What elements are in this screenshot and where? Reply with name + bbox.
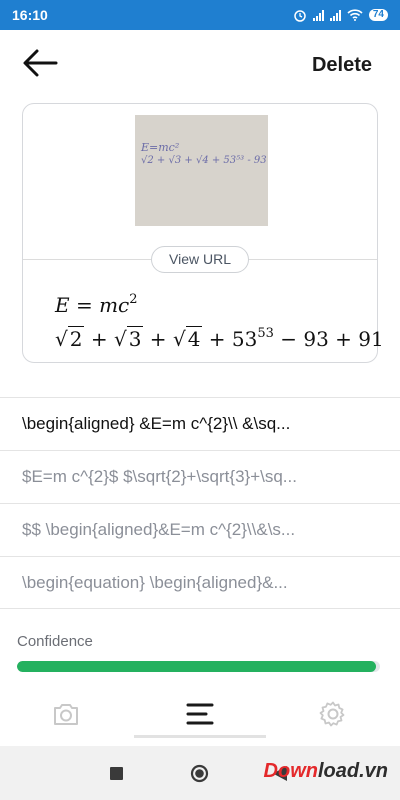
formula-rest: − 93 + 91: [273, 327, 384, 351]
status-icons: 74: [293, 8, 388, 22]
latex-results-list: \begin{aligned} &E=m c^{2}\\ &\sq... $E=…: [0, 397, 400, 609]
confidence-fill: [17, 661, 377, 672]
status-time: 16:10: [12, 7, 48, 23]
wifi-icon: [347, 9, 363, 21]
sqrt-term-1: √ 2: [55, 326, 85, 351]
formula-line-2: √ 2 + √ 3 + √ 4 + 5353 − 93 + 91: [55, 324, 384, 358]
settings-tab[interactable]: [313, 696, 353, 732]
signal-icon: [312, 9, 324, 21]
photo-text-line2: √2 + √3 + √4 + 53⁵³ - 93 + 91: [141, 155, 268, 166]
sqrt-term-2: √ 3: [113, 326, 144, 351]
photo-text-line1: E=mc²: [141, 141, 180, 154]
arrow-left-icon: [23, 49, 58, 77]
home-button[interactable]: [190, 764, 209, 788]
power-base: 53: [231, 327, 258, 351]
settings-icon: [319, 701, 345, 727]
status-bar: 16:10 74: [0, 0, 400, 30]
list-tab[interactable]: [180, 696, 220, 732]
latex-result-equation[interactable]: \begin{equation} \begin{aligned}&...: [0, 556, 400, 609]
home-indicator: [134, 735, 266, 738]
watermark-logo: Download.vn: [263, 760, 388, 782]
circle-icon: [190, 764, 209, 783]
formula-eq: =: [69, 293, 100, 317]
signal-icon-2: [329, 9, 341, 21]
result-card: E=mc² √2 + √3 + √4 + 53⁵³ - 93 + 91 View…: [22, 103, 384, 363]
system-nav-bar: Download.vn: [0, 746, 400, 800]
view-url-button[interactable]: View URL: [151, 246, 249, 273]
header: Delete: [0, 30, 400, 100]
confidence-bar: [17, 661, 380, 672]
confidence-label: Confidence: [17, 633, 93, 650]
camera-icon: [54, 704, 78, 725]
formula-exp: 2: [129, 292, 138, 307]
alarm-icon: [294, 10, 306, 22]
recents-button[interactable]: [110, 767, 123, 785]
latex-result-inline[interactable]: $E=m c^{2}$ $\sqrt{2}+\sqrt{3}+\sq...: [0, 450, 400, 503]
camera-tab[interactable]: [46, 696, 86, 732]
bottom-nav: [0, 688, 400, 738]
source-photo: E=mc² √2 + √3 + √4 + 53⁵³ - 93 + 91: [135, 115, 268, 226]
rendered-formula: E = mc2 √ 2 + √ 3 + √ 4 + 5353 − 93 + 91: [55, 290, 384, 358]
delete-button[interactable]: Delete: [312, 54, 372, 77]
back-button[interactable]: [22, 48, 62, 84]
formula-line-1: E = mc2: [55, 290, 384, 324]
formula-base: mc: [99, 293, 130, 317]
battery-indicator: 74: [368, 9, 388, 21]
power-exp: 53: [257, 326, 274, 341]
latex-result-aligned[interactable]: \begin{aligned} &E=m c^{2}\\ &\sq...: [0, 397, 400, 450]
latex-result-display[interactable]: $$ \begin{aligned}&E=m c^{2}\\&\s...: [0, 503, 400, 556]
list-icon: [186, 703, 214, 725]
formula-lhs: E: [55, 293, 70, 317]
sqrt-term-3: √ 4: [172, 326, 203, 351]
square-icon: [110, 767, 123, 780]
